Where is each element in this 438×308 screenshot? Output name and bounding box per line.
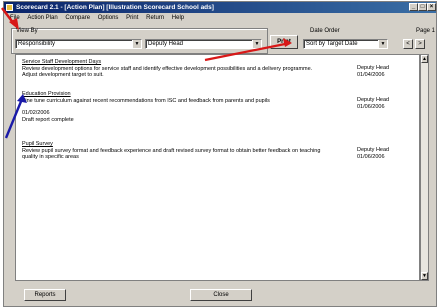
blue-arrow-line: [4, 98, 24, 139]
red-arrow-head: [283, 38, 292, 47]
red-arrow-line: [204, 41, 291, 62]
annotation-arrows: [1, 7, 292, 139]
blue-arrow-head: [17, 94, 27, 103]
